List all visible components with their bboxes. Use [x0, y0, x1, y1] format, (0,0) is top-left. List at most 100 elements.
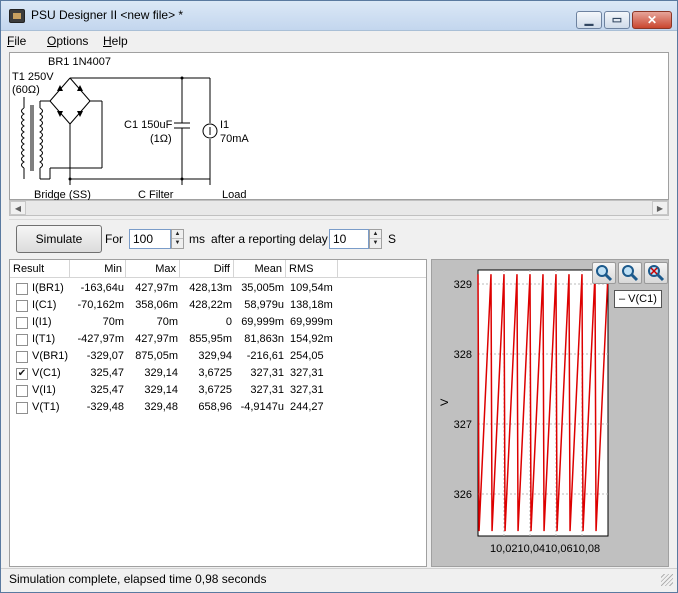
result-min: 70m [102, 316, 124, 328]
results-header: Result Min Max Diff Mean RMS [10, 260, 426, 278]
delay-down-arrow-icon[interactable]: ▼ [370, 239, 381, 248]
menu-help-label: elp [111, 34, 128, 48]
result-max: 358,06m [135, 299, 178, 311]
result-max: 875,05m [135, 350, 178, 362]
delay-unit-label: S [388, 232, 397, 246]
result-min: -163,64u [80, 282, 124, 294]
zoom-reset-icon [648, 265, 665, 282]
load-value-label: 70mA [220, 133, 249, 145]
result-diff: 3,6725 [198, 367, 232, 379]
result-rms: 244,27 [290, 401, 324, 413]
delay-input[interactable]: 10 [329, 229, 369, 249]
schematic-drawing [21, 76, 218, 185]
zoom-reset-button[interactable] [644, 262, 668, 284]
table-row[interactable]: ✔ V(C1) 325,47 329,14 3,6725 327,31 327,31 [10, 365, 426, 382]
scroll-right-button[interactable]: ▶ [652, 201, 668, 215]
duration-input[interactable]: 100 [129, 229, 171, 249]
result-max: 70m [156, 316, 178, 328]
series-checkbox[interactable] [16, 300, 28, 312]
result-mean: 58,979u [244, 299, 284, 311]
table-row[interactable]: V(BR1) -329,07 875,05m 329,94 -216,61 254,05 [10, 348, 426, 365]
menu-file[interactable]: File [7, 34, 26, 48]
series-checkbox[interactable] [16, 402, 28, 414]
transformer-res-label: (60Ω) [12, 84, 40, 96]
cap-name-label: C1 150uF [124, 119, 173, 131]
maximize-icon: ▭ [611, 14, 623, 26]
result-min: -427,97m [77, 333, 124, 345]
result-name: V(T1) [32, 401, 60, 413]
col-header-rms[interactable]: RMS [286, 260, 338, 278]
series-tooltip: – V(C1) [614, 290, 662, 308]
delay-up-arrow-icon[interactable]: ▲ [370, 230, 381, 239]
menu-file-label: ile [14, 34, 27, 48]
duration-down-arrow-icon[interactable]: ▼ [172, 239, 183, 248]
zoom-out-button[interactable] [618, 262, 642, 284]
y-tick-label: 328 [454, 349, 472, 361]
delay-spinner[interactable]: ▲ ▼ [369, 229, 382, 249]
col-header-result[interactable]: Result [10, 260, 70, 278]
result-mean: 327,31 [250, 384, 284, 396]
result-max: 329,14 [144, 367, 178, 379]
result-min: 325,47 [90, 367, 124, 379]
result-rms: 254,05 [290, 350, 324, 362]
app-icon [9, 9, 25, 23]
transformer-name-label: T1 250V [12, 71, 54, 83]
table-row[interactable]: I(T1) -427,97m 427,97m 855,95m 81,863n 154,92… [10, 331, 426, 348]
zoom-in-button[interactable] [592, 262, 616, 284]
result-diff: 3,6725 [198, 384, 232, 396]
status-text: Simulation complete, elapsed time 0,98 s… [9, 572, 267, 586]
simulate-button[interactable]: Simulate [16, 225, 102, 253]
close-icon: ✕ [646, 13, 658, 27]
maximize-button[interactable]: ▭ [604, 11, 630, 29]
result-rms: 154,92m [290, 333, 333, 345]
duration-up-arrow-icon[interactable]: ▲ [172, 230, 183, 239]
menu-help[interactable]: Help [103, 34, 128, 48]
result-min: -329,48 [86, 401, 124, 413]
series-checkbox[interactable] [16, 351, 28, 363]
result-mean: -216,61 [246, 350, 284, 362]
col-header-mean[interactable]: Mean [234, 260, 286, 278]
table-row[interactable]: V(I1) 325,47 329,14 3,6725 327,31 327,31 [10, 382, 426, 399]
table-row[interactable]: V(T1) -329,48 329,48 658,96 -4,9147u 244,27 [10, 399, 426, 416]
series-checkbox[interactable]: ✔ [16, 368, 28, 380]
result-name: V(I1) [32, 384, 56, 396]
result-name: V(C1) [32, 367, 61, 379]
results-table: Result Min Max Diff Mean RMS I(BR1) -163,… [9, 259, 427, 567]
status-bar: Simulation complete, elapsed time 0,98 s… [1, 568, 677, 588]
menu-bar: File Options Help [1, 31, 677, 51]
title-bar[interactable]: PSU Designer II <new file> * ▁ ▭ ✕ [1, 1, 677, 31]
col-header-diff[interactable]: Diff [180, 260, 234, 278]
result-diff: 658,96 [198, 401, 232, 413]
scroll-left-button[interactable]: ◀ [10, 201, 26, 215]
series-checkbox[interactable] [16, 283, 28, 295]
duration-spinner[interactable]: ▲ ▼ [171, 229, 184, 249]
result-rms: 69,999m [290, 316, 333, 328]
menu-options[interactable]: Options [47, 34, 88, 48]
result-mean: 35,005m [241, 282, 284, 294]
menu-options-label: ptions [56, 34, 89, 48]
plot-panel[interactable]: 329 328 327 326 V 10,0210,0410,0610,08 – V(C1… [431, 259, 669, 567]
result-name: I(T1) [32, 333, 56, 345]
series-checkbox[interactable] [16, 317, 28, 329]
window-title: PSU Designer II <new file> * [31, 8, 184, 22]
col-header-min[interactable]: Min [70, 260, 126, 278]
close-button[interactable]: ✕ [632, 11, 672, 29]
table-row[interactable]: I(I1) 70m 70m 0 69,999m 69,999m [10, 314, 426, 331]
zoom-out-icon [622, 265, 639, 282]
result-diff: 428,13m [189, 282, 232, 294]
y-axis-label: V [439, 398, 451, 406]
menu-options-accel: O [47, 34, 57, 48]
col-header-max[interactable]: Max [126, 260, 180, 278]
table-row[interactable]: I(C1) -70,162m 358,06m 428,22m 58,979u 138,18… [10, 297, 426, 314]
series-checkbox[interactable] [16, 385, 28, 397]
schematic-hscrollbar[interactable]: ◀ ▶ [9, 200, 669, 216]
menu-help-accel: H [103, 34, 112, 48]
resize-grip[interactable] [661, 574, 673, 586]
result-min: -70,162m [77, 299, 124, 311]
cap-res-label: (1Ω) [150, 133, 172, 145]
table-row[interactable]: I(BR1) -163,64u 427,97m 428,13m 35,005m 109,5… [10, 280, 426, 297]
minimize-button[interactable]: ▁ [576, 11, 602, 29]
x-tick-labels: 10,0210,0410,0610,08 [490, 543, 600, 555]
series-checkbox[interactable] [16, 334, 28, 346]
schematic-canvas[interactable]: BR1 1N4007 T1 250V (60Ω) C1 150uF (1Ω) I… [9, 52, 669, 201]
